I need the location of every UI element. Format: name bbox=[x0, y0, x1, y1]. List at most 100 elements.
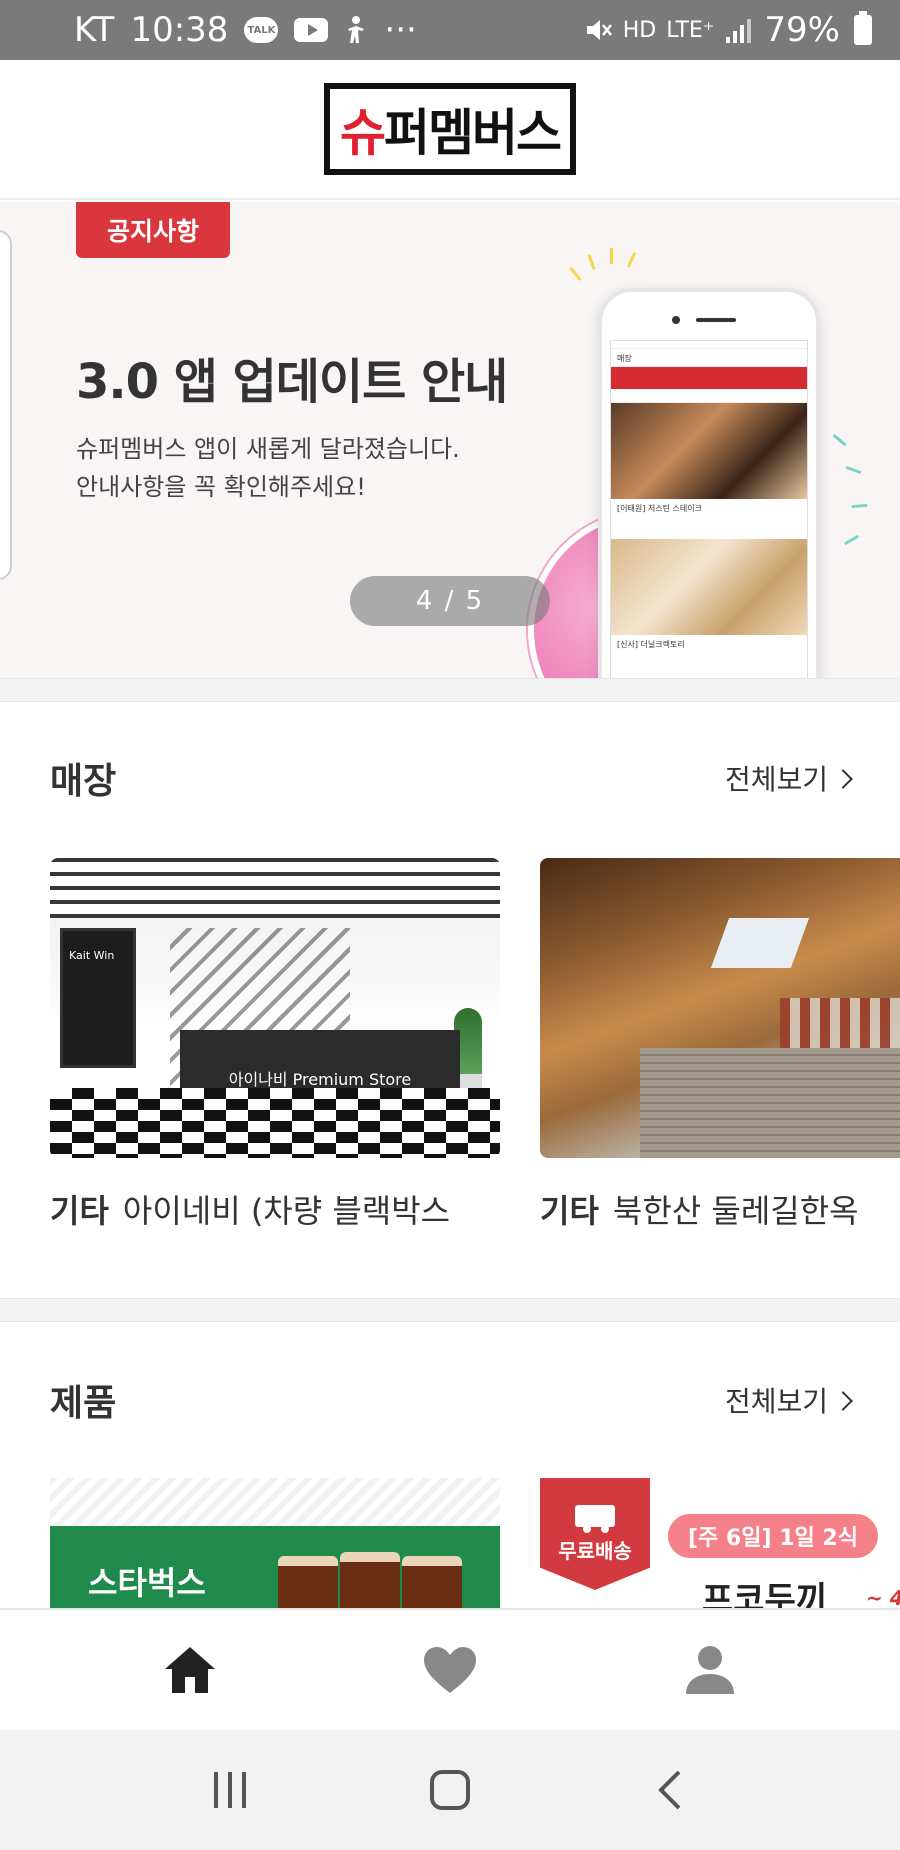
decor-ray bbox=[832, 433, 847, 447]
battery-percent: 79% bbox=[764, 10, 840, 50]
free-shipping-label: 무료배송 bbox=[558, 1538, 632, 1563]
back-button[interactable] bbox=[630, 1750, 710, 1830]
see-all-label: 전체보기 bbox=[724, 1385, 828, 1418]
home-icon bbox=[165, 1647, 215, 1693]
banner-desc-line-2: 안내사항을 꼭 확인해주세요! bbox=[76, 473, 366, 501]
coffee-cup-image bbox=[278, 1556, 338, 1608]
chevron-right-icon bbox=[833, 1391, 853, 1411]
hd-indicator: HD bbox=[622, 17, 657, 43]
nav-profile-button[interactable] bbox=[650, 1620, 770, 1720]
phone-food-image-1 bbox=[611, 403, 807, 499]
status-bar: KT 10:38 TALK ··· HD LTE⁺ 79% bbox=[0, 0, 900, 60]
image-sky bbox=[710, 918, 810, 968]
accessibility-icon bbox=[344, 15, 368, 45]
signal-icon bbox=[724, 15, 754, 45]
store-card-caption-1[interactable]: 기타 아이네비 (차량 블랙박스 bbox=[50, 1186, 500, 1232]
phone-food-image-2 bbox=[611, 539, 807, 635]
store-name: 북한산 둘레길한옥 bbox=[612, 1192, 859, 1230]
heart-icon bbox=[424, 1647, 476, 1693]
phone-status bbox=[611, 341, 807, 349]
battery-icon bbox=[854, 11, 872, 45]
status-right: HD LTE⁺ 79% bbox=[583, 10, 872, 50]
nav-favorites-button[interactable] bbox=[390, 1620, 510, 1720]
status-left: KT 10:38 TALK ··· bbox=[74, 10, 417, 50]
delivery-schedule-badge: [주 6일] 1일 2식 bbox=[668, 1514, 878, 1558]
product-card-pattern bbox=[50, 1478, 500, 1526]
logo-text-red: 슈 bbox=[340, 104, 386, 162]
bottom-navigation bbox=[0, 1608, 900, 1730]
product-name: 프코두끼 bbox=[702, 1580, 828, 1608]
logo-text: 퍼멤버스 bbox=[384, 104, 562, 162]
clock: 10:38 bbox=[130, 10, 229, 50]
phone-speaker bbox=[696, 318, 736, 322]
see-all-label: 전체보기 bbox=[724, 763, 828, 796]
store-category: 기타 bbox=[50, 1192, 109, 1230]
product-card-1[interactable]: 스타벅스 bbox=[50, 1478, 500, 1608]
mute-icon bbox=[583, 15, 613, 45]
more-notifications: ··· bbox=[384, 10, 417, 50]
recent-apps-button[interactable] bbox=[190, 1750, 270, 1830]
store-card-image-1[interactable]: Kait Win 아이나비 Premium Store bbox=[50, 858, 500, 1158]
stores-see-all-link[interactable]: 전체보기 bbox=[724, 758, 853, 798]
coffee-cup-image bbox=[402, 1556, 462, 1608]
decor-ray bbox=[845, 465, 862, 475]
store-name: 아이네비 (차량 블랙박스 bbox=[122, 1192, 451, 1230]
profile-icon bbox=[686, 1646, 734, 1694]
phone-screen: 매장 [이태원] 저스틴 스테이크 [신사] 더닐크렉토리 bbox=[610, 340, 808, 678]
phone-item-1: [이태원] 저스틴 스테이크 bbox=[611, 499, 807, 539]
poster-text: Kait Win bbox=[69, 949, 115, 962]
phone-item-2: [신사] 더닐크렉토리 bbox=[611, 635, 807, 675]
notice-banner[interactable]: 공지사항 3.0 앱 업데이트 안내 슈퍼멤버스 앱이 새롭게 달라졌습니다. … bbox=[0, 202, 900, 678]
phone-illustration: 매장 [이태원] 저스틴 스테이크 [신사] 더닐크렉토리 bbox=[598, 288, 820, 678]
image-poster: Kait Win bbox=[60, 928, 136, 1068]
decor-ray bbox=[569, 266, 582, 282]
products-section-title: 제품 bbox=[50, 1383, 117, 1424]
banner-title: 3.0 앱 업데이트 안내 bbox=[76, 354, 508, 410]
recent-apps-icon bbox=[214, 1772, 246, 1808]
store-card-image-2[interactable] bbox=[540, 858, 900, 1158]
phone-screen-title: 매장 bbox=[611, 349, 807, 367]
phone-camera bbox=[672, 316, 680, 324]
app-header: 슈 퍼멤버스 bbox=[0, 60, 900, 200]
products-see-all-link[interactable]: 전체보기 bbox=[724, 1380, 853, 1420]
stores-section-title: 매장 bbox=[50, 761, 117, 802]
decor-ray bbox=[843, 534, 860, 546]
store-card-caption-2[interactable]: 기타 북한산 둘레길한옥 bbox=[540, 1186, 900, 1232]
decor-ray bbox=[851, 503, 868, 509]
truck-icon bbox=[575, 1504, 615, 1533]
phone-tabs bbox=[611, 367, 807, 389]
section-divider bbox=[0, 678, 900, 702]
notice-badge: 공지사항 bbox=[76, 202, 230, 258]
image-ceiling bbox=[50, 858, 500, 918]
app-logo[interactable]: 슈 퍼멤버스 bbox=[324, 83, 576, 175]
product-price: ~ 41,8 bbox=[866, 1586, 900, 1608]
phone-subtabs bbox=[611, 389, 807, 403]
free-shipping-badge: 무료배송 bbox=[540, 1478, 650, 1590]
youtube-icon bbox=[294, 18, 329, 42]
slide-counter: 4 / 5 bbox=[350, 576, 550, 626]
store-category: 기타 bbox=[540, 1192, 599, 1230]
home-system-button[interactable] bbox=[410, 1750, 490, 1830]
back-icon bbox=[658, 1770, 681, 1810]
system-navigation-bar bbox=[0, 1730, 900, 1850]
image-wall bbox=[780, 998, 900, 1048]
image-courtyard bbox=[640, 1048, 900, 1158]
banner-desc-line-1: 슈퍼멤버스 앱이 새롭게 달라졌습니다. bbox=[76, 435, 460, 463]
decor-ray bbox=[626, 252, 637, 268]
network-type: LTE⁺ bbox=[666, 17, 715, 43]
nav-home-button[interactable] bbox=[130, 1620, 250, 1720]
product-promo-text: 스타벅스 bbox=[88, 1564, 206, 1602]
product-card-2[interactable]: 무료배송 [주 6일] 1일 2식 프코두끼 ~ 41,8 bbox=[540, 1478, 900, 1608]
banner-description: 슈퍼멤버스 앱이 새롭게 달라졌습니다. 안내사항을 꼭 확인해주세요! bbox=[76, 430, 460, 506]
coffee-cup-image bbox=[340, 1552, 400, 1608]
stores-section-header: 매장 전체보기 bbox=[50, 752, 853, 804]
products-section-header: 제품 전체보기 bbox=[50, 1374, 853, 1426]
image-checkered-floor bbox=[50, 1088, 500, 1158]
decor-ray bbox=[610, 248, 613, 264]
chevron-right-icon bbox=[833, 769, 853, 789]
home-square-icon bbox=[430, 1770, 470, 1810]
kakaotalk-icon: TALK bbox=[244, 17, 279, 43]
previous-slide-edge bbox=[0, 230, 12, 580]
carrier-label: KT bbox=[74, 10, 115, 50]
decor-ray bbox=[587, 253, 596, 271]
